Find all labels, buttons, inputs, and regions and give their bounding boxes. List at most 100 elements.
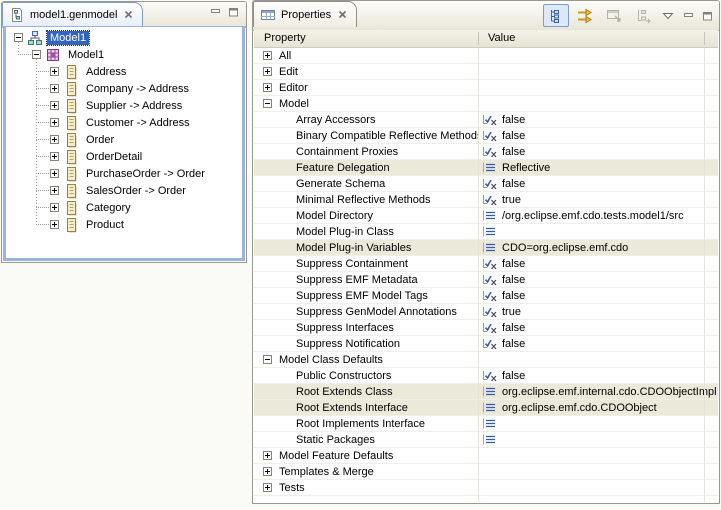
expand-icon[interactable]	[263, 483, 272, 492]
tab-properties[interactable]: Properties	[253, 1, 357, 27]
properties-tabbar: Properties	[253, 1, 719, 31]
property-row[interactable]: Suppress Notificationfalse	[254, 336, 718, 352]
tree-item[interactable]: PurchaseOrder -> Order	[6, 165, 242, 182]
tree-item[interactable]: Product	[6, 216, 242, 233]
value-cell[interactable]: false	[478, 289, 718, 302]
value-cell[interactable]: true	[478, 305, 718, 318]
tree-item[interactable]: Address	[6, 63, 242, 80]
tree-item[interactable]: Customer -> Address	[6, 114, 242, 131]
class-icon	[63, 217, 79, 233]
collapse-icon[interactable]	[263, 355, 272, 364]
property-row[interactable]: Array Accessorsfalse	[254, 112, 718, 128]
show-advanced-properties-button[interactable]	[572, 4, 598, 27]
expand-icon[interactable]	[263, 467, 272, 476]
category-row[interactable]: Model Class Defaults	[254, 352, 718, 368]
tree-item[interactable]: Model1	[6, 29, 242, 46]
property-row[interactable]: Binary Compatible Reflective Methodsfals…	[254, 128, 718, 144]
value-cell[interactable]: true	[478, 193, 718, 206]
value-cell[interactable]	[478, 433, 718, 446]
property-cell: Suppress Containment	[254, 258, 478, 270]
category-row[interactable]: Templates & Merge	[254, 464, 718, 480]
collapse-icon[interactable]	[14, 33, 23, 42]
value-cell[interactable]: CDO=org.eclipse.emf.cdo	[478, 241, 718, 254]
expand-icon[interactable]	[263, 451, 272, 460]
property-cell: Model Directory	[254, 210, 478, 222]
property-row[interactable]: Model Plug-in VariablesCDO=org.eclipse.e…	[254, 240, 718, 256]
category-row[interactable]: Model Feature Defaults	[254, 448, 718, 464]
tree-item[interactable]: Company -> Address	[6, 80, 242, 97]
property-row[interactable]: Suppress Containmentfalse	[254, 256, 718, 272]
tree-item[interactable]: SalesOrder -> Order	[6, 182, 242, 199]
expand-icon[interactable]	[50, 101, 59, 110]
property-row[interactable]: Containment Proxiesfalse	[254, 144, 718, 160]
minimize-button[interactable]	[680, 4, 696, 27]
expand-icon[interactable]	[263, 67, 272, 76]
property-row[interactable]: Feature DelegationReflective	[254, 160, 718, 176]
property-row[interactable]: Root Extends Interfaceorg.eclipse.emf.cd…	[254, 400, 718, 416]
value-cell[interactable]: false	[478, 129, 718, 142]
property-row[interactable]: Suppress EMF Model Tagsfalse	[254, 288, 718, 304]
category-row[interactable]: Tests	[254, 480, 718, 496]
value-cell[interactable]: /org.eclipse.emf.cdo.tests.model1/src	[478, 209, 718, 222]
property-row[interactable]: Model Plug-in Class	[254, 224, 718, 240]
collapse-icon[interactable]	[263, 99, 272, 108]
value-cell[interactable]	[478, 417, 718, 430]
value-cell[interactable]: false	[478, 337, 718, 350]
expand-icon[interactable]	[50, 169, 59, 178]
category-row[interactable]: Editor	[254, 80, 718, 96]
close-icon[interactable]	[124, 10, 133, 19]
header-column-divider[interactable]	[478, 32, 479, 45]
tree-item[interactable]: Model1	[6, 46, 242, 63]
tree-item[interactable]: OrderDetail	[6, 148, 242, 165]
view-menu-button[interactable]	[659, 4, 677, 27]
value-cell[interactable]	[478, 225, 718, 238]
property-row[interactable]: Suppress Interfacesfalse	[254, 320, 718, 336]
expand-icon[interactable]	[50, 118, 59, 127]
value-cell[interactable]: false	[478, 177, 718, 190]
value-cell[interactable]: org.eclipse.emf.cdo.CDOObject	[478, 401, 718, 414]
expand-icon[interactable]	[263, 83, 272, 92]
minimize-button[interactable]	[210, 7, 221, 17]
expand-icon[interactable]	[50, 203, 59, 212]
value-cell[interactable]: false	[478, 369, 718, 382]
show-categories-button[interactable]	[543, 4, 569, 27]
property-row[interactable]: Root Implements Interface	[254, 416, 718, 432]
expand-icon[interactable]	[50, 84, 59, 93]
category-row[interactable]: Edit	[254, 64, 718, 80]
expand-icon[interactable]	[50, 186, 59, 195]
value-cell[interactable]: false	[478, 321, 718, 334]
value-cell[interactable]: false	[478, 273, 718, 286]
property-row[interactable]: Public Constructorsfalse	[254, 368, 718, 384]
value-cell[interactable]: false	[478, 257, 718, 270]
maximize-button[interactable]	[699, 4, 715, 27]
value-cell[interactable]: false	[478, 113, 718, 126]
property-row[interactable]: Static Packages	[254, 432, 718, 448]
expand-icon[interactable]	[50, 152, 59, 161]
property-row[interactable]: Root Extends Classorg.eclipse.emf.intern…	[254, 384, 718, 400]
maximize-button[interactable]	[228, 7, 239, 17]
tab-model1-genmodel[interactable]: model1.genmodel	[2, 2, 143, 26]
tree-item[interactable]: Supplier -> Address	[6, 97, 242, 114]
header-column-divider[interactable]	[704, 32, 705, 45]
property-row[interactable]: Suppress GenModel Annotationstrue	[254, 304, 718, 320]
collapse-icon[interactable]	[32, 50, 41, 59]
value-cell[interactable]: false	[478, 145, 718, 158]
property-label: Templates & Merge	[279, 466, 374, 478]
property-row[interactable]: Model Directory/org.eclipse.emf.cdo.test…	[254, 208, 718, 224]
property-row[interactable]: Minimal Reflective Methodstrue	[254, 192, 718, 208]
tree-item[interactable]: Category	[6, 199, 242, 216]
expand-icon[interactable]	[50, 220, 59, 229]
expand-icon[interactable]	[50, 67, 59, 76]
category-row[interactable]: Model	[254, 96, 718, 112]
close-icon[interactable]	[338, 10, 347, 19]
category-row[interactable]: All	[254, 48, 718, 64]
expand-icon[interactable]	[50, 135, 59, 144]
property-row[interactable]: Suppress EMF Metadatafalse	[254, 272, 718, 288]
value-cell[interactable]: org.eclipse.emf.internal.cdo.CDOObjectIm…	[478, 385, 718, 398]
column-divider[interactable]	[478, 48, 479, 502]
expand-icon[interactable]	[263, 51, 272, 60]
property-row[interactable]: Generate Schemafalse	[254, 176, 718, 192]
property-cell: Minimal Reflective Methods	[254, 194, 478, 206]
value-cell[interactable]: Reflective	[478, 161, 718, 174]
tree-item[interactable]: Order	[6, 131, 242, 148]
